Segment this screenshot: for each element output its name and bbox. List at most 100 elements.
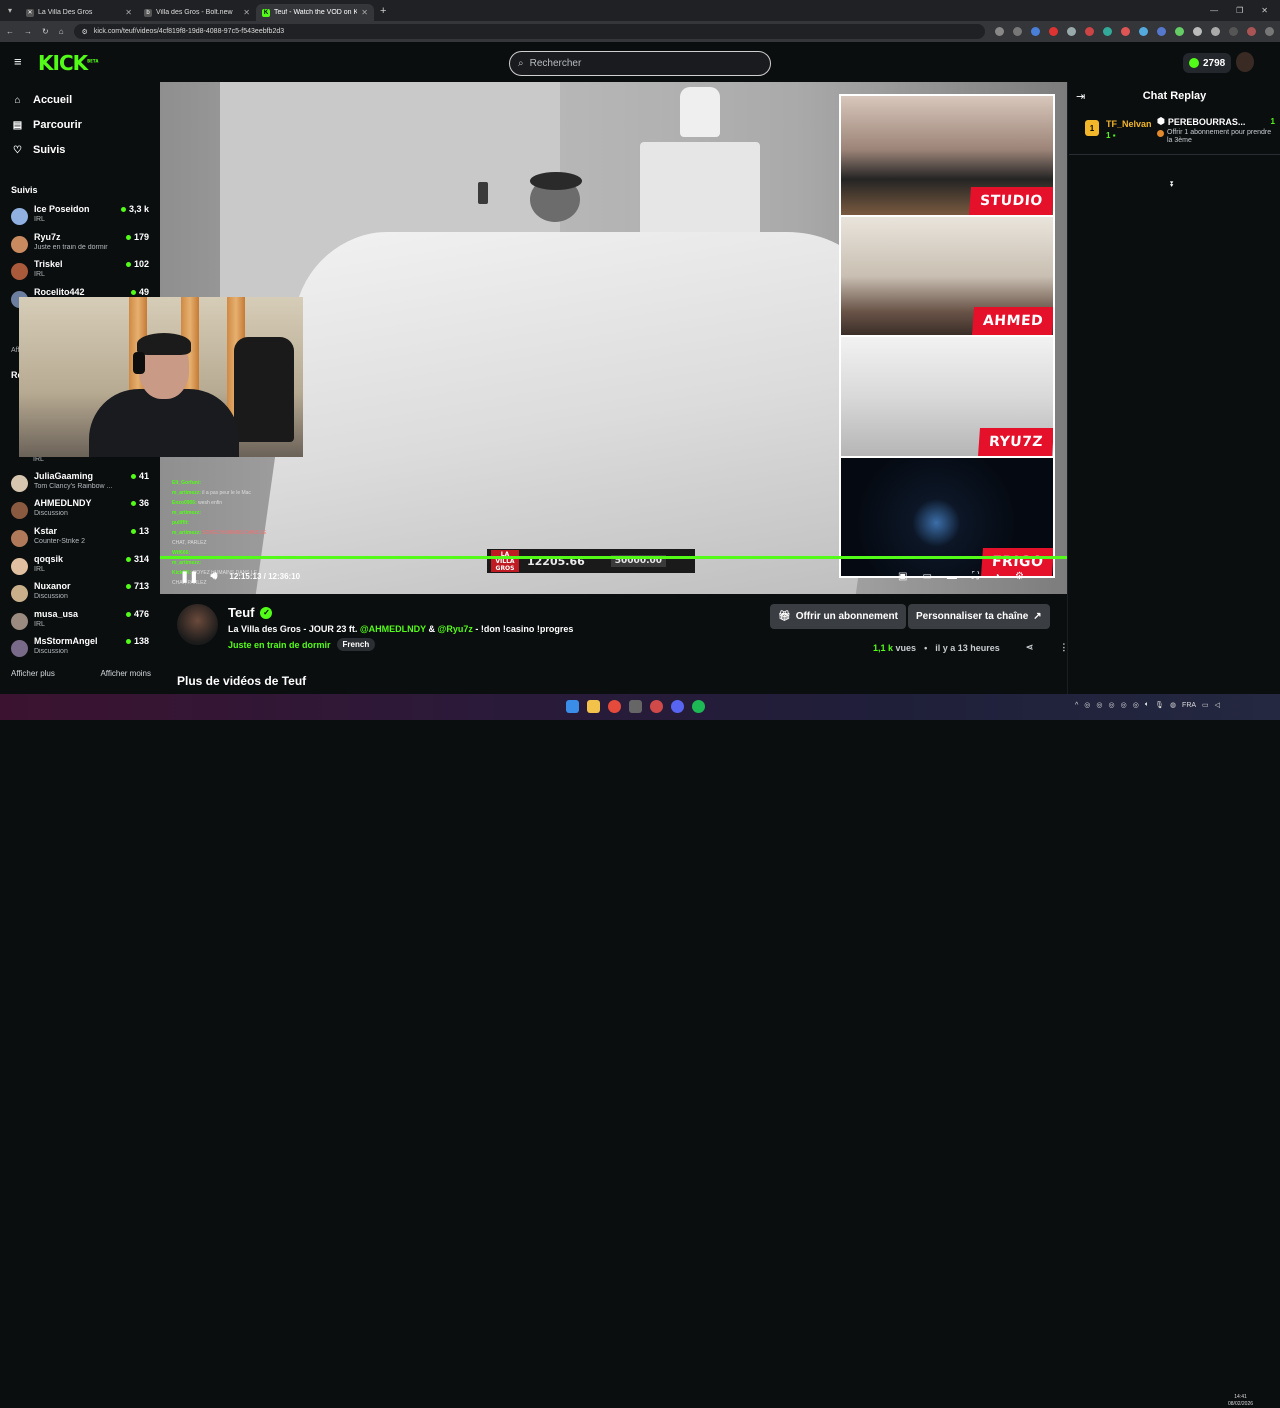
reload-icon[interactable]: ↻ [42, 27, 49, 36]
browser-tab[interactable]: ✕ La Villa Des Gros ✕ [20, 4, 138, 21]
mic-icon[interactable]: 🎙︎ [1155, 701, 1164, 709]
gift-details: ⬢ PEREBOURRAS... 1 Offrir 1 abonnement pou… [1157, 116, 1275, 145]
new-tab-button[interactable]: + [380, 5, 386, 17]
tab-search-icon[interactable]: ▾ [0, 0, 20, 21]
speaker-icon[interactable]: ◁ [1215, 701, 1220, 709]
address-bar[interactable]: ⚙ kick.com/teuf/videos/4cf819f8-19d8-408… [73, 24, 985, 39]
browser-tab[interactable]: b Villa des Gros - Bolt.new ✕ [138, 4, 256, 21]
close-icon[interactable]: ✕ [361, 8, 368, 17]
pause-icon[interactable]: ❚❚ [180, 570, 198, 583]
sidebar-item-accueil[interactable]: ⌂ Accueil [12, 94, 72, 106]
video-progress-bar[interactable] [160, 556, 1067, 559]
streamer-name[interactable]: Teuf [228, 605, 254, 620]
maximize-icon[interactable]: ❐ [1236, 6, 1243, 15]
home-icon[interactable]: ⌂ [59, 27, 64, 36]
extension-icon[interactable] [1085, 27, 1094, 36]
language-indicator[interactable]: FRA [1182, 702, 1196, 709]
tray-icon[interactable]: ◎ [1096, 701, 1102, 709]
overlay-chat-msg: CHAT, PARLEZ [172, 540, 207, 546]
customize-channel-button[interactable]: Personnaliser ta chaîne ↗ [908, 604, 1050, 629]
browser-tab-active[interactable]: K Teuf - Watch the VOD on K ✕ [256, 4, 374, 21]
extension-icon[interactable] [1193, 27, 1202, 36]
extension-icon[interactable] [1067, 27, 1076, 36]
extension-icon[interactable] [1157, 27, 1166, 36]
recommended-channel[interactable]: AHMEDLNDY Discussion 36 [11, 498, 151, 522]
tray-icon[interactable]: ◎ [1109, 701, 1115, 709]
share-icon[interactable]: ⋖ [1026, 642, 1034, 653]
file-explorer-icon[interactable] [587, 700, 600, 713]
discord-icon[interactable] [671, 700, 684, 713]
followed-channel[interactable]: Ice Poseidon IRL 3,3 k [11, 204, 151, 228]
recommended-channel[interactable]: Kstar Counter-Strike 2 13 [11, 526, 151, 550]
speed-icon[interactable]: ◔ [994, 571, 1000, 582]
recommended-channel[interactable]: Nuxanor Discussion 713 [11, 581, 151, 605]
gift-sub-label: Offrir un abonnement [795, 611, 898, 622]
chrome-icon[interactable] [608, 700, 621, 713]
menu-icon[interactable]: ≡ [14, 55, 26, 68]
recommended-channel[interactable]: musa_usa IRL 476 [11, 609, 151, 633]
close-window-icon[interactable]: ✕ [1261, 6, 1268, 15]
recommended-channel[interactable]: qoqsik IRL 314 [11, 554, 151, 578]
terminal-icon[interactable] [629, 700, 642, 713]
pip-icon[interactable]: ▣ [898, 571, 907, 582]
followed-channel[interactable]: Ryu7z Juste en train de dormir 179 [11, 232, 151, 256]
tray-icon[interactable]: ◎ [1133, 701, 1139, 709]
fullscreen-icon[interactable]: ⛶ [972, 571, 979, 582]
viewers: 713 [133, 581, 149, 591]
mention-link[interactable]: @AHMEDLNDY [360, 624, 426, 634]
puzzle-icon[interactable] [1211, 27, 1220, 36]
villa-badge: LA VILLA GROS [491, 550, 519, 572]
expand-chevron-icon[interactable]: ⏬︎ [1170, 180, 1174, 190]
pinned-gift-banner[interactable]: 1 TF_Nelvan 1 ▪ ⬢ PEREBOURRAS... 1 Offrir … [1069, 113, 1280, 189]
tray-chevron-icon[interactable]: ^ [1075, 702, 1078, 709]
extension-icon[interactable] [1139, 27, 1148, 36]
clip-icon[interactable]: ▭ [922, 571, 931, 582]
points-badge[interactable]: 2798 [1183, 53, 1232, 73]
tray-icon[interactable]: ◎ [1084, 701, 1090, 709]
recommended-channel[interactable]: JuliaGaaming Tom Clancy's Rainbow ... 41 [11, 471, 151, 495]
extension-icon[interactable] [1031, 27, 1040, 36]
show-less-link[interactable]: Afficher moins [100, 669, 151, 678]
extension-icon[interactable] [1049, 27, 1058, 36]
sidebar-item-parcourir[interactable]: ▤ Parcourir [12, 119, 82, 131]
minimize-icon[interactable]: — [1210, 6, 1218, 15]
bookmark-star-icon[interactable] [1013, 27, 1022, 36]
volume-icon[interactable]: 🔊︎ [210, 570, 217, 583]
sidebar-item-suivis[interactable]: ♡ Suivis [12, 144, 65, 156]
site-info-icon[interactable]: ⚙ [82, 28, 88, 36]
windows-start-icon[interactable] [566, 700, 579, 713]
settings-gear-icon[interactable]: ⚙ [1015, 571, 1024, 582]
streamer-avatar[interactable] [177, 604, 218, 645]
close-icon[interactable]: ✕ [243, 8, 250, 17]
gift-sub-button[interactable]: 🎁︎ Offrir un abonnement [770, 604, 906, 629]
category-link[interactable]: Juste en train de dormir [228, 640, 331, 650]
back-icon[interactable]: ← [6, 27, 14, 36]
cam-ahmed: AHMED [841, 216, 1053, 335]
profile-avatar[interactable] [1247, 27, 1256, 36]
recommended-channel[interactable]: MsStormAngel Discussion 138 [11, 636, 151, 660]
spotify-icon[interactable] [692, 700, 705, 713]
extension-icon[interactable] [1175, 27, 1184, 36]
theater-mode-icon[interactable]: ▬ [947, 571, 957, 582]
show-more-link[interactable]: Afficher plus [11, 669, 55, 678]
split-view-icon[interactable] [1229, 27, 1238, 36]
system-clock[interactable]: 14:41 08/02/2026 [1228, 1394, 1253, 1408]
live-dot-icon [125, 611, 131, 617]
forward-icon[interactable]: → [24, 27, 32, 36]
close-icon[interactable]: ✕ [125, 8, 132, 17]
app-icon[interactable] [650, 700, 663, 713]
tray-icon[interactable]: ◎ [1121, 701, 1127, 709]
sound-icon[interactable]: ◍ [1170, 701, 1176, 709]
search-input[interactable]: ⌕ Rechercher [509, 51, 771, 76]
followed-channel[interactable]: Triskel IRL 102 [11, 259, 151, 283]
user-avatar[interactable] [1236, 52, 1254, 72]
network-icon[interactable]: ▭ [1202, 701, 1209, 709]
volume-tray-icon[interactable]: 🔈︎ [1145, 701, 1149, 709]
mention-link[interactable]: @Ryu7z [438, 624, 473, 634]
kick-logo[interactable]: KICKBETA [38, 51, 98, 75]
extension-icon[interactable] [1103, 27, 1112, 36]
extension-icon[interactable] [1121, 27, 1130, 36]
zoom-icon[interactable] [995, 27, 1004, 36]
language-tag[interactable]: French [336, 638, 376, 651]
menu-dots-icon[interactable] [1265, 27, 1274, 36]
